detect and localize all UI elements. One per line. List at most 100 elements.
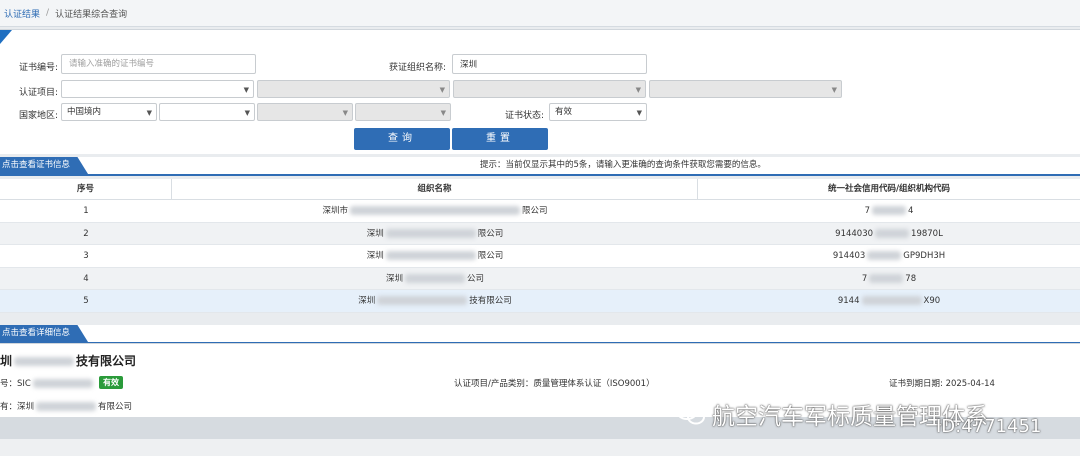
code-start: 914403 xyxy=(832,251,866,261)
redaction xyxy=(861,296,922,305)
code-start: 9144030 xyxy=(835,228,874,239)
cert-no-label: 证书编号: xyxy=(18,63,58,73)
row-code: 9144 X90 xyxy=(698,290,1080,312)
chevron-down-icon: ▼ xyxy=(636,109,642,117)
detail-holder: 有：深圳 有限公司 xyxy=(0,400,132,412)
cert-project-select-1[interactable]: ▼ xyxy=(61,80,254,98)
redaction xyxy=(377,296,468,305)
status-label: 证书状态: xyxy=(504,111,544,121)
redaction xyxy=(385,251,476,260)
row-no: 4 xyxy=(83,273,89,284)
company-name-start: 圳 xyxy=(0,354,13,368)
code-end: 4 xyxy=(908,206,914,216)
org-name-end: 限公司 xyxy=(477,228,504,239)
row-no: 5 xyxy=(83,296,89,306)
detail-expiry: 证书到期日期: 2025-04-14 xyxy=(889,379,995,389)
query-button[interactable]: 查询 xyxy=(354,128,450,150)
org-name-end: 限公司 xyxy=(477,251,504,261)
redaction xyxy=(14,357,75,366)
redaction xyxy=(36,402,97,411)
code-end: 19870L xyxy=(911,228,943,239)
status-badge: 有效 xyxy=(99,376,123,389)
row-org-name: 深圳 技有限公司 xyxy=(172,290,698,312)
status-select[interactable]: 有效 ▼ xyxy=(549,103,647,121)
search-panel: 证书编号: 获证组织名称: 认证项目: ▼ ▼ ▼ ▼ 国家地区: 中国境内▼ … xyxy=(0,29,1080,154)
panel-corner-tab xyxy=(0,30,12,44)
column-header-org: 组织名称 xyxy=(172,179,698,199)
code-start: 7 xyxy=(861,273,868,284)
chevron-down-icon: ▼ xyxy=(243,86,249,94)
detail-section-bar: 点击查看详细信息 xyxy=(0,325,1080,344)
chevron-down-icon: ▼ xyxy=(146,109,152,117)
breadcrumb-current: 认证结果综合查询 xyxy=(55,9,128,20)
redaction xyxy=(875,228,910,238)
cert-project-select-2[interactable]: ▼ xyxy=(257,80,450,98)
chevron-down-icon: ▼ xyxy=(342,109,348,117)
results-tab[interactable]: 点击查看证书信息 xyxy=(0,157,89,174)
cert-no-input[interactable] xyxy=(61,54,256,74)
table-row[interactable]: 1 深圳市 限公司 74 xyxy=(0,200,1080,223)
results-table: 序号 组织名称 统一社会信用代码/组织机构代码 1 深圳市 限公司 74 2 深圳… xyxy=(0,179,1080,313)
cert-project-select-4[interactable]: ▼ xyxy=(649,80,842,98)
table-row[interactable]: 4 深圳 公司 7 78 xyxy=(0,267,1080,290)
row-org-name: 深圳 限公司 xyxy=(172,245,698,267)
row-org-name: 深圳市 限公司 xyxy=(172,200,698,222)
detail-status: 有效 xyxy=(99,376,123,389)
chevron-down-icon: ▼ xyxy=(831,86,837,94)
org-name-end: 限公司 xyxy=(522,206,548,216)
reset-button[interactable]: 重置 xyxy=(452,128,548,150)
row-code: 7 78 xyxy=(698,268,1080,290)
row-code: 9144030 19870L xyxy=(698,223,1080,245)
redaction xyxy=(350,206,520,215)
code-start: 9144 xyxy=(837,296,860,306)
code-end: X90 xyxy=(923,296,941,306)
region-select-value: 中国境内 xyxy=(67,107,102,117)
row-code: 74 xyxy=(698,200,1080,222)
org-name-end: 技有限公司 xyxy=(469,296,512,306)
chevron-down-icon: ▼ xyxy=(635,86,641,94)
org-name-end: 公司 xyxy=(467,273,485,284)
org-name-start: 深圳市 xyxy=(322,206,348,216)
region-select-2[interactable]: ▼ xyxy=(159,103,255,121)
org-name-start: 深圳 xyxy=(366,251,384,261)
table-header: 序号 组织名称 统一社会信用代码/组织机构代码 xyxy=(0,179,1080,200)
redaction xyxy=(405,273,465,283)
table-row[interactable]: 3 深圳 限公司 914403 GP9DH3H xyxy=(0,245,1080,268)
breadcrumb-root-link[interactable]: 认证结果 xyxy=(4,7,40,20)
row-no: 3 xyxy=(83,251,89,261)
code-end: 78 xyxy=(905,273,917,284)
detail-project: 认证项目/产品类别：质量管理体系认证（ISO9001） xyxy=(454,379,655,389)
watermark-id: ID:4771451 xyxy=(936,416,1042,437)
code-start: 7 xyxy=(864,206,870,216)
row-code: 914403 GP9DH3H xyxy=(698,245,1080,267)
detail-company-name: 圳 技有限公司 xyxy=(0,352,136,369)
cert-project-select-3[interactable]: ▼ xyxy=(453,80,646,98)
org-name-start: 深圳 xyxy=(358,296,376,306)
region-select-4[interactable]: ▼ xyxy=(355,103,451,121)
row-org-name: 深圳 限公司 xyxy=(172,223,698,245)
breadcrumb: 认证结果 / 认证结果综合查询 xyxy=(0,0,1080,27)
redaction xyxy=(385,228,476,238)
detail-tab[interactable]: 点击查看详细信息 xyxy=(0,325,89,342)
region-label: 国家地区: xyxy=(18,111,58,121)
table-row[interactable]: 2 深圳 限公司 9144030 19870L xyxy=(0,222,1080,245)
redaction xyxy=(32,379,93,388)
holder-start: 有：深圳 xyxy=(0,402,35,412)
breadcrumb-separator: / xyxy=(46,8,50,18)
org-name-start: 深圳 xyxy=(366,228,384,239)
results-hint: 提示：当前仅显示其中的5条，请输入更准确的查询条件获取您需要的信息。 xyxy=(480,160,766,170)
column-header-no: 序号 xyxy=(0,179,172,199)
redaction xyxy=(867,251,902,260)
detail-cert-no: 号：SIC xyxy=(0,377,95,389)
holder-end: 有限公司 xyxy=(98,402,133,412)
org-name-start: 深圳 xyxy=(385,273,403,284)
chevron-down-icon: ▼ xyxy=(440,109,446,117)
org-name-label: 获证组织名称: xyxy=(388,63,446,73)
region-select-3[interactable]: ▼ xyxy=(257,103,353,121)
region-select-1[interactable]: 中国境内 ▼ xyxy=(61,103,157,121)
redaction xyxy=(872,206,906,215)
results-section-bar: 点击查看证书信息 提示：当前仅显示其中的5条，请输入更准确的查询条件获取您需要的… xyxy=(0,157,1080,176)
status-select-value: 有效 xyxy=(555,107,573,117)
table-row[interactable]: 5 深圳 技有限公司 9144 X90 xyxy=(0,290,1080,313)
org-name-input[interactable] xyxy=(452,54,647,74)
